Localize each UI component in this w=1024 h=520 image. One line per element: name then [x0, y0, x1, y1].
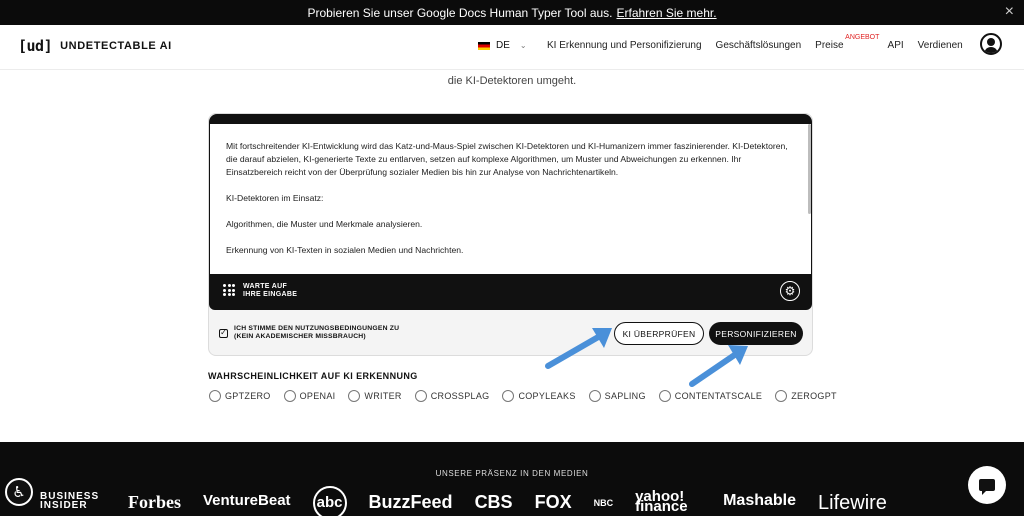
language-selector[interactable]: DE ⌄ — [478, 40, 527, 51]
lifewire-logo: Lifewire — [818, 492, 887, 514]
arrow-annotation-icon — [545, 328, 612, 369]
nav-item-earn[interactable]: Verdienen — [918, 40, 963, 51]
detector-option[interactable]: SAPLING — [588, 390, 646, 402]
radio-icon — [775, 390, 788, 402]
cbs-logo: CBS — [474, 492, 513, 512]
editor-paragraph: Erkennung von KI-Texten in sozialen Medi… — [226, 245, 464, 255]
radio-icon — [209, 390, 221, 402]
accessibility-icon[interactable]: ♿ — [5, 478, 33, 506]
detectors-title: WAHRSCHEINLICHKEIT AUF KI ERKENNUNG — [208, 371, 418, 381]
editor-frame: Mit fortschreitender KI-Entwicklung wird… — [209, 114, 812, 310]
grid-dots-icon — [223, 284, 235, 296]
detector-label: OPENAI — [299, 391, 336, 401]
detector-label: WRITER — [364, 391, 402, 401]
editor-footer: WARTE AUF IHRE EINGABE ⚙ — [209, 274, 812, 310]
text-editor[interactable]: Mit fortschreitender KI-Entwicklung wird… — [210, 124, 811, 274]
detector-label: CONTENTATSCALE — [674, 391, 763, 401]
detector-label: CROSSPLAG — [430, 391, 490, 401]
nav-item-business[interactable]: Geschäftslösungen — [716, 40, 802, 51]
buzzfeed-logo: BuzzFeed — [368, 492, 453, 512]
close-icon[interactable]: × — [1005, 3, 1014, 21]
terms-checkbox[interactable]: ✓ — [219, 328, 228, 338]
page-subtitle: die KI-Detektoren umgeht. — [447, 75, 577, 87]
status-line-2: IHRE EINGABE — [243, 291, 298, 298]
nav-item-detection[interactable]: KI Erkennung und Personifizierung — [547, 40, 702, 51]
detector-label: GPTZERO — [225, 391, 271, 401]
venturebeat-logo: VentureBeat — [203, 492, 291, 509]
settings-gear-icon[interactable]: ⚙ — [780, 281, 800, 301]
terms-line-1: ICH STIMME DEN NUTZUNGSBEDINGUNGEN ZU — [234, 325, 400, 332]
announcement-link[interactable]: Erfahren Sie mehr. — [617, 6, 717, 20]
detector-option[interactable]: CROSSPLAG — [414, 390, 490, 402]
radio-icon — [283, 390, 296, 402]
radio-icon — [658, 390, 671, 402]
radio-icon — [414, 390, 427, 402]
main-nav: KI Erkennung und Personifizierung Geschä… — [547, 34, 963, 51]
media-section: UNSERE PRÄSENZ IN DEN MEDIEN BUSINESS IN… — [0, 442, 1024, 520]
input-status: WARTE AUF IHRE EINGABE — [243, 283, 297, 299]
detector-option[interactable]: WRITER — [348, 390, 401, 402]
offer-badge: ANGEBOT — [845, 34, 880, 41]
abc-logo: abc — [312, 486, 347, 520]
detector-list: GPTZERO OPENAI WRITER CROSSPLAG COPYLEAK… — [209, 390, 850, 402]
terms-agreement[interactable]: ✓ ICH STIMME DEN NUTZUNGSBEDINGUNGEN ZU … — [219, 325, 399, 341]
chevron-down-icon: ⌄ — [519, 41, 527, 50]
radio-icon — [502, 390, 515, 402]
chat-bubble-icon[interactable] — [968, 466, 1006, 504]
radio-icon — [588, 390, 601, 402]
yahoo-finance-logo: yahoo! finance — [635, 488, 688, 515]
terms-line-2: (KEIN AKADEMISCHER MISSBRAUCH) — [234, 333, 366, 340]
editor-paragraph: Algorithmen, die Muster und Merkmale ana… — [226, 219, 423, 229]
logo-mark: [ud] — [18, 37, 53, 55]
site-header: [ud] UNDETECTABLE AI DE ⌄ KI Erkennung u… — [0, 25, 1024, 70]
business-insider-logo: BUSINESS INSIDER — [40, 491, 100, 511]
terms-label: ICH STIMME DEN NUTZUNGSBEDINGUNGEN ZU (K… — [234, 325, 399, 341]
detector-option[interactable]: COPYLEAKS — [502, 390, 575, 402]
arrow-annotation-icon — [689, 345, 748, 387]
detector-label: ZEROGPT — [791, 391, 837, 401]
nbc-logo: NBC — [593, 498, 614, 508]
user-avatar-icon[interactable] — [980, 33, 1002, 55]
editor-paragraph: Mit fortschreitender KI-Entwicklung wird… — [226, 141, 788, 177]
editor-paragraph: KI-Detektoren im Einsatz: — [226, 193, 324, 203]
detector-option[interactable]: OPENAI — [283, 390, 336, 402]
nav-item-api[interactable]: API — [888, 40, 904, 51]
detector-label: SAPLING — [604, 391, 646, 401]
nav-item-pricing[interactable]: Preise ANGEBOT — [815, 34, 879, 51]
language-code: DE — [496, 40, 510, 51]
forbes-logo: Forbes — [128, 492, 181, 512]
editor-scrollbar[interactable] — [808, 124, 811, 214]
editor-card: Mit fortschreitender KI-Entwicklung wird… — [208, 113, 813, 356]
media-title: UNSERE PRÄSENZ IN DEN MEDIEN — [435, 469, 589, 478]
logo[interactable]: [ud] UNDETECTABLE AI — [18, 37, 172, 55]
announcement-text: Probieren Sie unser Google Docs Human Ty… — [307, 5, 613, 20]
radio-icon — [348, 390, 361, 402]
nav-item-pricing-label: Preise — [815, 40, 844, 51]
mashable-logo: Mashable — [723, 492, 797, 509]
detector-option[interactable]: GPTZERO — [209, 390, 271, 402]
announcement-bar: Probieren Sie unser Google Docs Human Ty… — [0, 0, 1024, 25]
german-flag-icon — [478, 41, 490, 50]
detector-label: COPYLEAKS — [518, 391, 576, 401]
detector-option[interactable]: CONTENTATSCALE — [658, 390, 763, 402]
detector-option[interactable]: ZEROGPT — [775, 390, 837, 402]
logo-text: UNDETECTABLE AI — [60, 40, 172, 52]
fox-logo: FOX — [534, 492, 572, 512]
status-line-1: WARTE AUF — [243, 283, 288, 290]
